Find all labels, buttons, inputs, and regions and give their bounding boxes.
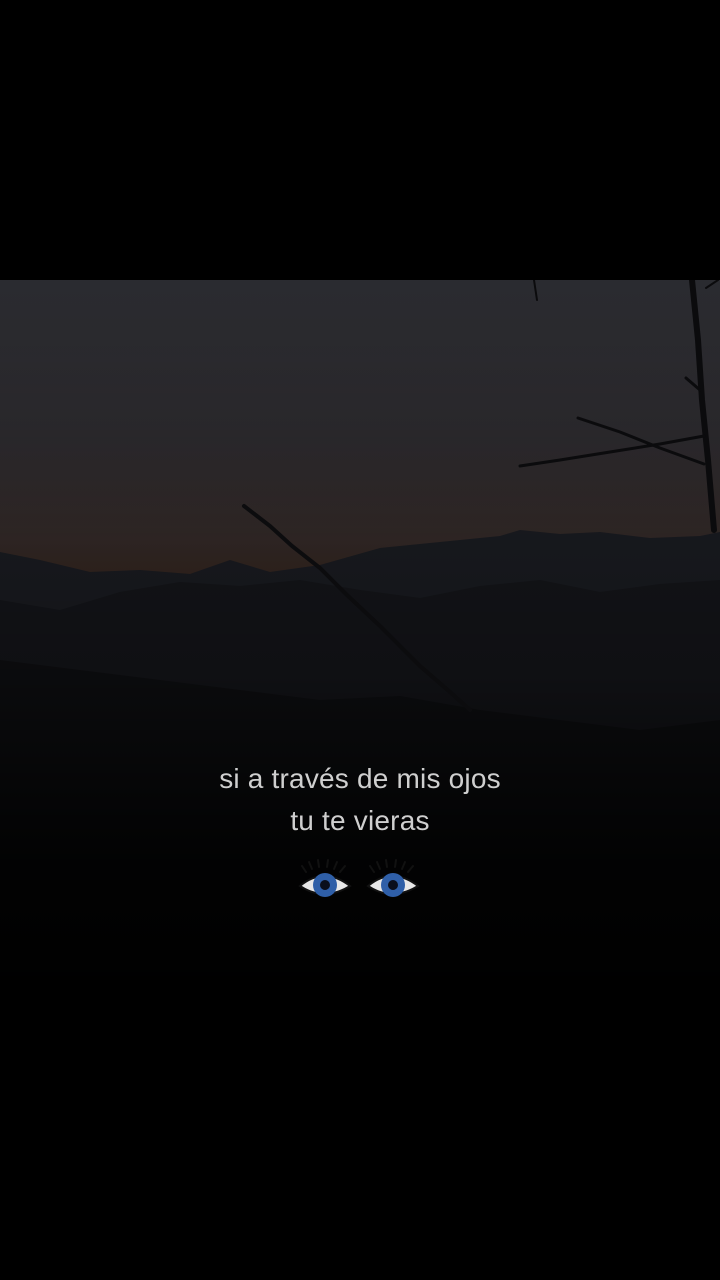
caption-line-1: si a través de mis ojos [219,763,501,794]
caption-line-2: tu te vieras [290,805,430,836]
eyes-icon [298,859,420,897]
lyric-caption: si a través de mis ojos tu te vieras [0,758,720,842]
video-frame: si a través de mis ojos tu te vieras [0,0,720,1280]
left-eye [298,859,352,897]
right-eye [366,859,420,897]
